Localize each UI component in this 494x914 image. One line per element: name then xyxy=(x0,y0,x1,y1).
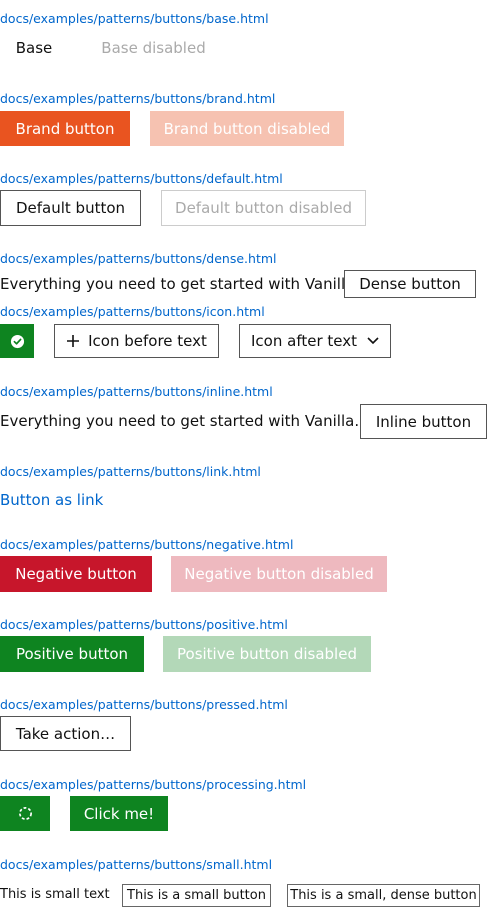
button-as-link[interactable]: Button as link xyxy=(0,488,103,512)
chevron-down-icon xyxy=(367,337,379,345)
negative-button[interactable]: Negative button xyxy=(0,556,152,592)
brand-button[interactable]: Brand button xyxy=(0,111,130,146)
dense-example-link[interactable]: docs/examples/patterns/buttons/dense.htm… xyxy=(0,251,277,267)
small-dense-button[interactable]: This is a small, dense button xyxy=(287,884,480,907)
inline-example-link[interactable]: docs/examples/patterns/buttons/inline.ht… xyxy=(0,384,273,400)
inline-button[interactable]: Inline button xyxy=(360,404,487,439)
spinner-icon xyxy=(18,806,33,821)
small-body-text: This is small text xyxy=(0,887,110,902)
icon-after-label: Icon after text xyxy=(251,332,357,350)
base-disabled-button[interactable]: Base disabled xyxy=(88,36,219,60)
positive-disabled-button[interactable]: Positive button disabled xyxy=(163,636,371,672)
negative-disabled-button[interactable]: Negative button disabled xyxy=(171,556,387,592)
check-circle-icon xyxy=(10,334,25,349)
default-button[interactable]: Default button xyxy=(0,190,141,226)
pressed-button[interactable]: Take action… xyxy=(0,716,131,751)
icon-after-text-button[interactable]: Icon after text xyxy=(239,324,391,358)
processing-spinner-button[interactable] xyxy=(0,796,50,831)
brand-disabled-button[interactable]: Brand button disabled xyxy=(150,111,344,146)
negative-example-link[interactable]: docs/examples/patterns/buttons/negative.… xyxy=(0,537,293,553)
icon-only-button[interactable] xyxy=(0,324,34,358)
default-disabled-button[interactable]: Default button disabled xyxy=(161,190,366,226)
icon-before-label: Icon before text xyxy=(88,332,207,350)
plus-icon xyxy=(66,334,80,348)
positive-example-link[interactable]: docs/examples/patterns/buttons/positive.… xyxy=(0,617,288,633)
pressed-example-link[interactable]: docs/examples/patterns/buttons/pressed.h… xyxy=(0,697,288,713)
small-button[interactable]: This is a small button xyxy=(122,884,271,907)
small-example-link[interactable]: docs/examples/patterns/buttons/small.htm… xyxy=(0,857,272,873)
click-me-button[interactable]: Click me! xyxy=(70,796,168,831)
processing-example-link[interactable]: docs/examples/patterns/buttons/processin… xyxy=(0,777,306,793)
base-example-link[interactable]: docs/examples/patterns/buttons/base.html xyxy=(0,11,269,27)
brand-example-link[interactable]: docs/examples/patterns/buttons/brand.htm… xyxy=(0,91,275,107)
inline-body-text: Everything you need to get started with … xyxy=(0,412,360,430)
positive-button[interactable]: Positive button xyxy=(0,636,144,672)
link-example-link[interactable]: docs/examples/patterns/buttons/link.html xyxy=(0,464,261,480)
dense-button[interactable]: Dense button xyxy=(344,270,476,298)
dense-body-text: Everything you need to get started with … xyxy=(0,275,360,293)
base-button[interactable]: Base xyxy=(0,36,68,60)
default-example-link[interactable]: docs/examples/patterns/buttons/default.h… xyxy=(0,171,283,187)
icon-example-link[interactable]: docs/examples/patterns/buttons/icon.html xyxy=(0,304,265,320)
icon-before-text-button[interactable]: Icon before text xyxy=(54,324,219,358)
